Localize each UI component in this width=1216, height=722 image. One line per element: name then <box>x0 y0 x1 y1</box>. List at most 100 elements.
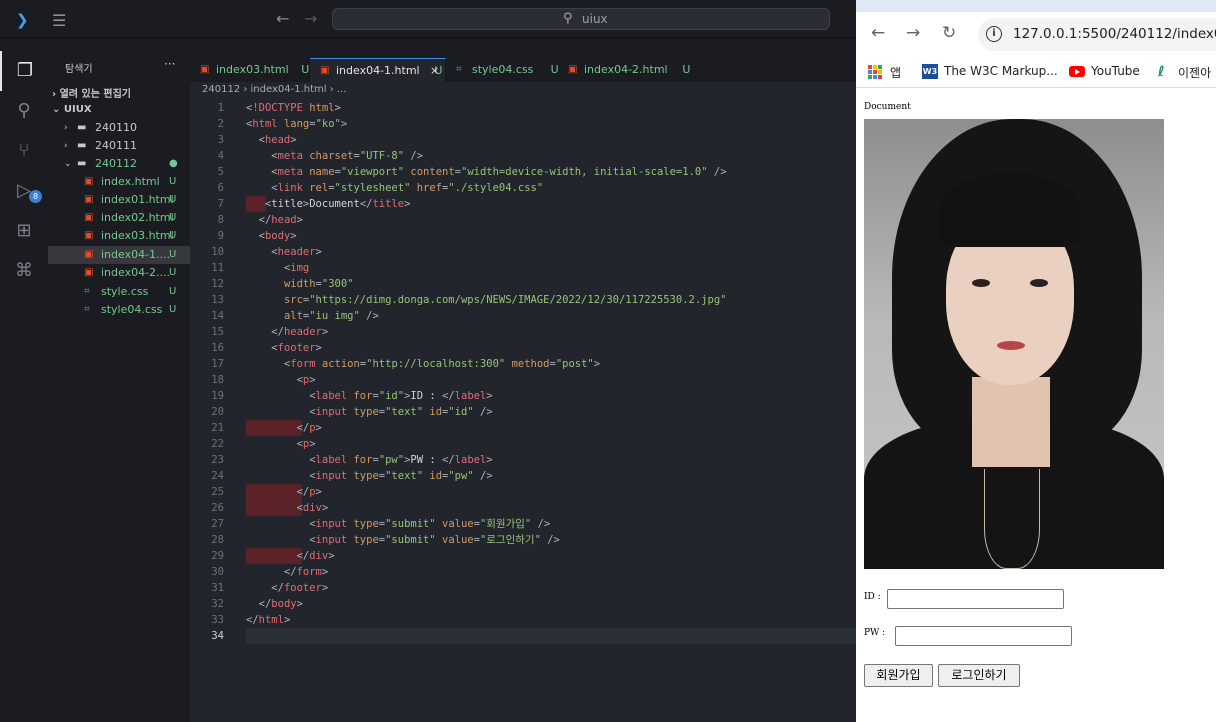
code-editor[interactable]: 1 <!DOCTYPE html> 2 <html lang="ko"> 3 <head… <box>190 98 856 722</box>
vscode-window: ❯ ☰ ← → ⚲ uiux ❐ ⚲ ⑂ 8 ▷ ⊞ ⌘ 탐색기 ··· › 열… <box>0 0 856 722</box>
site-info-icon[interactable]: i <box>986 26 1002 42</box>
code-line[interactable]: <link rel="stylesheet" href="./style04.c… <box>246 180 543 196</box>
code-line[interactable]: <label for="id">ID : </label> <box>246 388 492 404</box>
activity-bar: ❐ ⚲ ⑂ 8 ▷ ⊞ ⌘ <box>0 38 48 722</box>
apps-grid-icon[interactable] <box>868 65 882 79</box>
code-line[interactable]: <input type="submit" value="회원가입" /> <box>246 516 550 532</box>
code-line[interactable]: </p> <box>246 484 322 500</box>
tree-folder[interactable]: › ▬ 240110 <box>48 119 190 137</box>
line-number: 2 <box>217 118 224 130</box>
html-file-icon: ▣ <box>84 194 94 205</box>
reload-icon[interactable]: ↻ <box>942 23 956 43</box>
code-line[interactable]: <meta charset="UTF-8" /> <box>246 148 423 164</box>
code-line[interactable]: <label for="pw">PW : </label> <box>246 452 492 468</box>
line-number: 20 <box>211 406 224 418</box>
code-line[interactable]: </footer> <box>246 580 328 596</box>
tree-file[interactable]: ▣ index03.html U <box>48 227 190 245</box>
explorer-title: 탐색기 <box>65 64 93 75</box>
explorer-icon[interactable]: ❐ <box>0 51 48 91</box>
git-status-badge: U <box>169 212 177 223</box>
tab-label: style04.css <box>472 63 534 76</box>
line-number: 22 <box>211 438 224 450</box>
tree-item-label: index04-1.... <box>101 248 171 261</box>
vscode-logo-icon: ❯ <box>16 11 29 29</box>
code-line[interactable]: <input type="submit" value="로그인하기" /> <box>246 532 560 548</box>
line-number: 17 <box>211 358 224 370</box>
tree-file[interactable]: ▣ index01.html U <box>48 191 190 209</box>
tree-file[interactable]: ▣ index.html U <box>48 173 190 191</box>
code-line[interactable]: <p> <box>246 436 316 452</box>
extensions-icon[interactable]: ⊞ <box>0 211 48 251</box>
tree-folder[interactable]: › ▬ 240111 <box>48 137 190 155</box>
code-line[interactable]: src="https://dimg.donga.com/wps/NEWS/IMA… <box>246 292 727 308</box>
pw-input[interactable] <box>895 626 1072 646</box>
workspace-section[interactable]: ⌄ UIUX <box>52 104 92 115</box>
login-button[interactable]: 로그인하기 <box>938 664 1020 687</box>
bookmark-youtube[interactable]: YouTube <box>1091 64 1140 78</box>
code-line[interactable]: </p> <box>246 420 322 436</box>
code-line[interactable]: <title>Document</title> <box>246 196 410 212</box>
browser-back-icon[interactable]: ← <box>871 23 885 43</box>
remote-explorer-icon[interactable]: ⌘ <box>0 251 48 291</box>
tree-file[interactable]: ⌗ style04.css U <box>48 301 190 319</box>
tree-file[interactable]: ▣ index02.html U <box>48 209 190 227</box>
back-arrow-icon[interactable]: ← <box>276 9 289 28</box>
code-line[interactable]: <input type="text" id="id" /> <box>246 404 492 420</box>
code-line[interactable]: <footer> <box>246 340 322 356</box>
browser-forward-icon[interactable]: → <box>906 23 920 43</box>
bookmark-w3c[interactable]: The W3C Markup... <box>944 64 1058 78</box>
bookmark-apps[interactable]: 앱 <box>890 64 901 81</box>
close-icon[interactable]: × <box>430 59 439 83</box>
code-line[interactable]: </head> <box>246 212 303 228</box>
code-line[interactable]: <header> <box>246 244 322 260</box>
menu-icon[interactable]: ☰ <box>52 11 66 30</box>
tree-file[interactable]: ⌗ style.css U <box>48 283 190 301</box>
line-number: 33 <box>211 614 224 626</box>
code-line[interactable]: <!DOCTYPE html> <box>246 100 341 116</box>
code-line[interactable]: <meta name="viewport" content="width=dev… <box>246 164 726 180</box>
search-icon[interactable]: ⚲ <box>0 91 48 131</box>
run-debug-icon[interactable]: ▷ <box>0 171 48 211</box>
command-center[interactable]: ⚲ uiux <box>332 8 830 30</box>
tree-item-label: style.css <box>101 285 149 298</box>
open-editors-section[interactable]: › 열려 있는 편집기 <box>52 85 131 100</box>
code-line[interactable]: </header> <box>246 324 328 340</box>
line-number: 32 <box>211 598 224 610</box>
code-line[interactable]: </div> <box>246 548 335 564</box>
code-line[interactable]: <div> <box>246 500 329 516</box>
address-bar[interactable]: i 127.0.0.1:5500/240112/index04- <box>978 18 1216 51</box>
code-line[interactable]: <body> <box>246 228 297 244</box>
code-line[interactable]: </form> <box>246 564 328 580</box>
signup-button[interactable]: 회원가입 <box>864 664 933 687</box>
code-line[interactable]: alt="iu img" /> <box>246 308 379 324</box>
source-control-icon[interactable]: ⑂ <box>0 131 48 171</box>
line-number: 29 <box>211 550 224 562</box>
git-status-badge: U <box>169 249 177 260</box>
line-number: 30 <box>211 566 224 578</box>
code-line[interactable]: </body> <box>246 596 303 612</box>
tree-file[interactable]: ▣ index04-2.... U <box>48 264 190 282</box>
bookmark-ejen[interactable]: 이젠아 <box>1178 64 1211 81</box>
forward-arrow-icon[interactable]: → <box>304 9 317 28</box>
code-line[interactable]: <head> <box>246 132 297 148</box>
breadcrumb[interactable]: 240112 › index04-1.html › ... <box>202 84 346 95</box>
editor-tab[interactable]: ▣ index03.html U <box>190 58 310 82</box>
id-input[interactable] <box>887 589 1064 609</box>
tree-folder[interactable]: ⌄ ▬ 240112 ● <box>48 155 190 173</box>
editor-tab[interactable]: ▣ index04-1.html U × <box>310 58 446 82</box>
code-line[interactable]: <p> <box>246 372 316 388</box>
line-number: 27 <box>211 518 224 530</box>
tree-item-label: 240110 <box>95 121 137 134</box>
code-line[interactable]: <html lang="ko"> <box>246 116 347 132</box>
code-line[interactable]: </html> <box>246 612 290 628</box>
tree-file[interactable]: ▣ index04-1.... U <box>48 246 190 264</box>
code-line[interactable]: <form action="http://localhost:300" meth… <box>246 356 600 372</box>
more-actions-icon[interactable]: ··· <box>164 57 175 71</box>
code-line[interactable]: <input type="text" id="pw" /> <box>246 468 492 484</box>
code-line[interactable]: width="300" <box>246 276 354 292</box>
line-number: 9 <box>217 230 224 242</box>
git-status-badge: U <box>169 267 177 278</box>
editor-tab[interactable]: ⌗ style04.css U <box>446 58 559 82</box>
editor-tab[interactable]: ▣ index04-2.html U <box>558 58 692 82</box>
code-line[interactable]: <img <box>246 260 309 276</box>
